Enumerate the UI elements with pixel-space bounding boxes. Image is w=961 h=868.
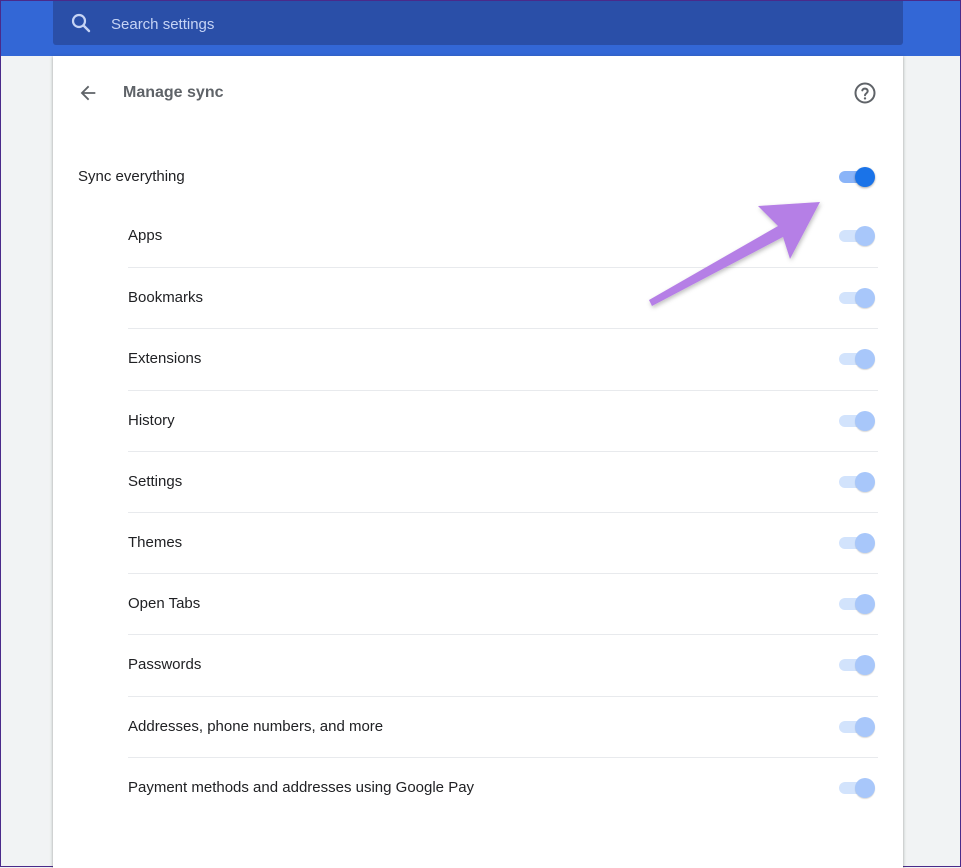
search-icon [71, 13, 91, 33]
search-input[interactable] [109, 9, 873, 39]
sync-item-extensions: Extensions [128, 328, 878, 389]
sync-item-label: History [128, 412, 175, 429]
sync-item-label: Extensions [128, 350, 202, 367]
sync-item-label: Apps [128, 227, 163, 244]
arrow-left-icon [80, 85, 96, 101]
sync-item-open-tabs: Open Tabs [128, 573, 878, 634]
apps-toggle[interactable] [837, 224, 877, 248]
sync-item-label: Bookmarks [128, 289, 204, 306]
toggle-knob [855, 226, 875, 246]
toggle-knob [855, 411, 875, 431]
manage-sync-card: Manage sync Sync everything Apps Bookmar… [53, 56, 903, 868]
sync-item-bookmarks: Bookmarks [128, 267, 878, 328]
sync-item-label: Settings [128, 473, 183, 490]
back-button[interactable] [73, 78, 103, 108]
themes-toggle[interactable] [837, 531, 877, 555]
toggle-knob [855, 717, 875, 737]
sync-item-label: Payment methods and addresses using Goog… [128, 779, 475, 796]
sync-item-history: History [128, 390, 878, 451]
top-toolbar [1, 1, 960, 56]
sync-item-settings: Settings [128, 451, 878, 512]
page-title: Manage sync [123, 84, 224, 101]
sync-item-label: Addresses, phone numbers, and more [128, 718, 384, 735]
history-toggle[interactable] [837, 409, 877, 433]
sync-item-label: Passwords [128, 656, 202, 673]
sync-item-apps: Apps [128, 206, 878, 267]
sync-item-themes: Themes [128, 512, 878, 573]
sync-item-passwords: Passwords [128, 634, 878, 695]
sync-item-payment-methods: Payment methods and addresses using Goog… [128, 757, 878, 818]
sync-item-label: Open Tabs [128, 595, 201, 612]
toggle-knob [855, 778, 875, 798]
toggle-knob [855, 288, 875, 308]
extensions-toggle[interactable] [837, 347, 877, 371]
settings-toggle[interactable] [837, 470, 877, 494]
sync-everything-toggle[interactable] [837, 165, 877, 189]
open-tabs-toggle[interactable] [837, 592, 877, 616]
toggle-knob [855, 472, 875, 492]
sync-item-label: Themes [128, 534, 183, 551]
toggle-knob [855, 594, 875, 614]
passwords-toggle[interactable] [837, 653, 877, 677]
toggle-knob [855, 349, 875, 369]
payment-methods-toggle[interactable] [837, 776, 877, 800]
search-box[interactable] [53, 1, 903, 45]
sync-item-addresses: Addresses, phone numbers, and more [128, 696, 878, 757]
sync-everything-label: Sync everything [78, 168, 185, 185]
toggle-knob [855, 655, 875, 675]
help-button[interactable] [851, 79, 879, 107]
toggle-knob [855, 167, 875, 187]
bookmarks-toggle[interactable] [837, 286, 877, 310]
toggle-knob [855, 533, 875, 553]
help-circle-icon [854, 82, 876, 104]
addresses-toggle[interactable] [837, 715, 877, 739]
